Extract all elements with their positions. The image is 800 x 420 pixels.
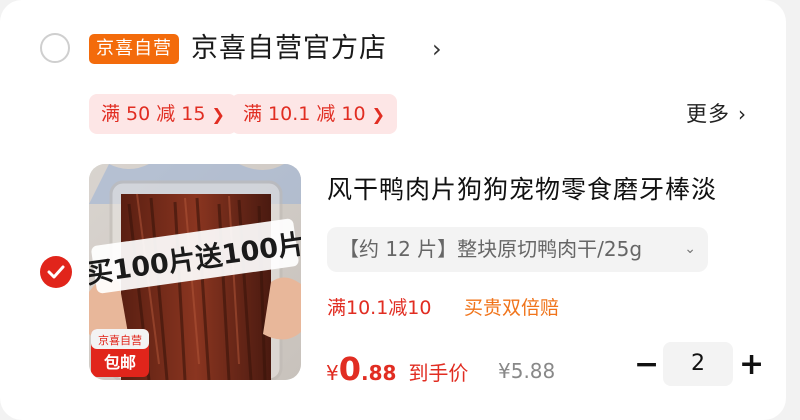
store-select-checkbox[interactable] (40, 33, 70, 63)
original-price: ¥5.88 (498, 359, 556, 383)
more-coupons-button[interactable]: 更多 › (686, 96, 747, 132)
coupon-label: 满 10.1 减 10 (243, 103, 366, 125)
quantity-increase-button[interactable]: + (739, 346, 764, 386)
coupon-label: 满 50 减 15 (101, 103, 206, 125)
spec-label: 【约 12 片】整块原切鸭肉干/25g (339, 237, 643, 261)
guarantee-tag: 买贵双倍赔 (464, 297, 560, 319)
chevron-right-icon: › (738, 102, 747, 126)
final-price: ¥0.88 到手价 (326, 350, 468, 390)
price-symbol: ¥ (326, 361, 339, 385)
price-integer: 0 (338, 350, 361, 388)
chevron-down-icon: ⌄ (684, 241, 696, 257)
image-badge-top: 京喜自营 (98, 333, 142, 347)
store-badge: 京喜自营 (89, 34, 179, 64)
product-title[interactable]: 风干鸭肉片狗狗宠物零食磨牙棒淡 (327, 170, 717, 210)
promo-tag: 满10.1减10 (327, 297, 432, 319)
price-decimal: .88 (361, 361, 397, 385)
chevron-right-icon[interactable]: › (432, 31, 442, 67)
quantity-input[interactable]: 2 (663, 342, 733, 386)
quantity-decrease-button[interactable]: − (634, 346, 659, 386)
chevron-right-icon: ❯ (211, 105, 225, 124)
cart-store-card: 京喜自营 京喜自营官方店 › 满 50 减 15 ❯ 满 10.1 减 10 ❯ 更… (0, 0, 786, 420)
store-name-link[interactable]: 京喜自营官方店 (191, 29, 387, 69)
product-photo: 买100片送100片 京喜自营 包邮 (89, 164, 301, 380)
coupon-tag-2[interactable]: 满 10.1 减 10 ❯ (231, 94, 398, 134)
coupon-tag-1[interactable]: 满 50 减 15 ❯ (89, 94, 237, 134)
more-label: 更多 (686, 102, 730, 126)
product-image[interactable]: 买100片送100片 京喜自营 包邮 (89, 164, 301, 380)
spec-selector[interactable]: 【约 12 片】整块原切鸭肉干/25g ⌄ (327, 227, 708, 272)
price-tag-label: 到手价 (408, 361, 469, 385)
check-icon (47, 265, 65, 279)
image-badge-bottom: 包邮 (104, 353, 136, 372)
chevron-right-icon: ❯ (371, 105, 386, 124)
item-select-checkbox[interactable] (40, 256, 72, 288)
